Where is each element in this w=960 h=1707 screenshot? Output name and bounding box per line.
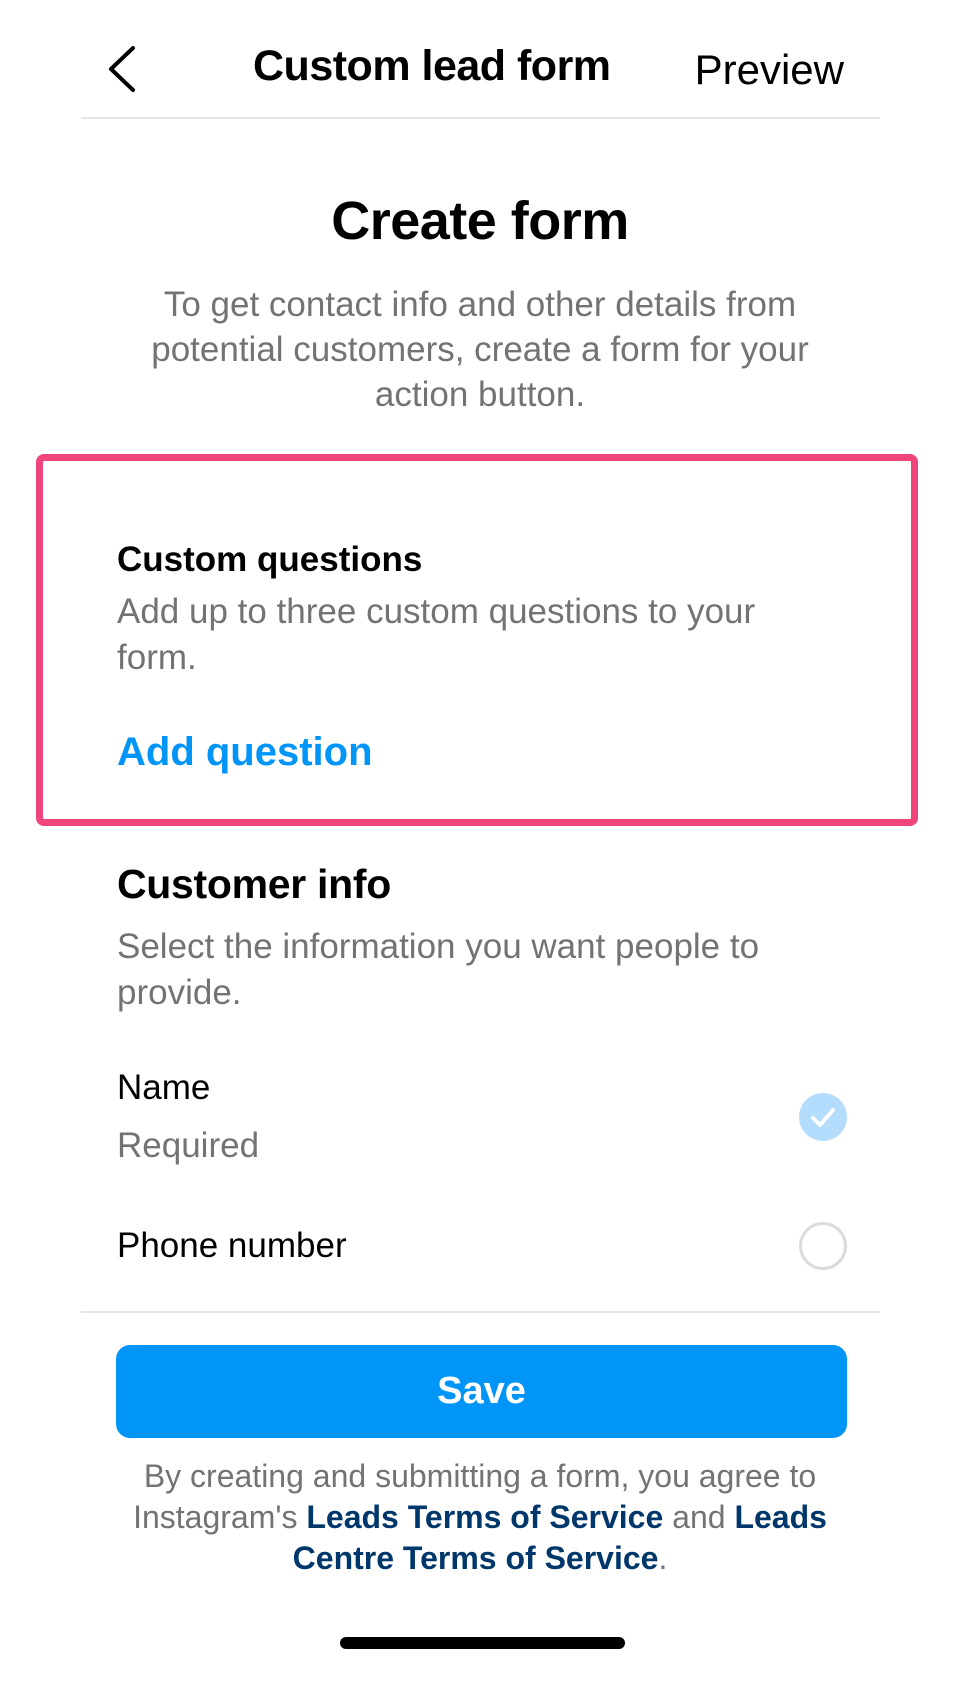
header-title: Custom lead form	[253, 42, 611, 90]
preview-button[interactable]: Preview	[695, 46, 844, 94]
save-button[interactable]: Save	[116, 1345, 847, 1438]
legal-text: By creating and submitting a form, you a…	[100, 1456, 860, 1579]
empty-circle-icon[interactable]	[799, 1222, 847, 1270]
chevron-left-icon	[109, 46, 135, 92]
top-nav-bar: Custom lead form Preview	[81, 0, 880, 119]
page-title: Create form	[331, 191, 629, 251]
page-description: To get contact info and other details fr…	[151, 285, 809, 414]
footer-divider	[81, 1311, 880, 1313]
option-phone-label: Phone number	[117, 1226, 347, 1265]
back-button[interactable]	[103, 44, 143, 94]
customer-info-description: Select the information you want people t…	[117, 927, 760, 1012]
option-name[interactable]: Name Required	[117, 1068, 847, 1166]
checkmark-icon[interactable]	[799, 1093, 847, 1141]
option-name-label: Name	[117, 1068, 211, 1107]
legal-suffix: .	[658, 1540, 668, 1576]
home-indicator	[340, 1637, 625, 1649]
customer-info-heading: Customer info	[117, 861, 391, 907]
custom-questions-description: Add up to three custom questions to your…	[117, 592, 756, 677]
option-name-sublabel: Required	[117, 1126, 260, 1165]
legal-and: and	[672, 1499, 726, 1535]
custom-questions-heading: Custom questions	[117, 540, 423, 579]
leads-terms-link[interactable]: Leads Terms of Service	[306, 1499, 663, 1535]
add-question-button[interactable]: Add question	[117, 730, 373, 775]
option-phone-number[interactable]: Phone number	[117, 1222, 847, 1270]
